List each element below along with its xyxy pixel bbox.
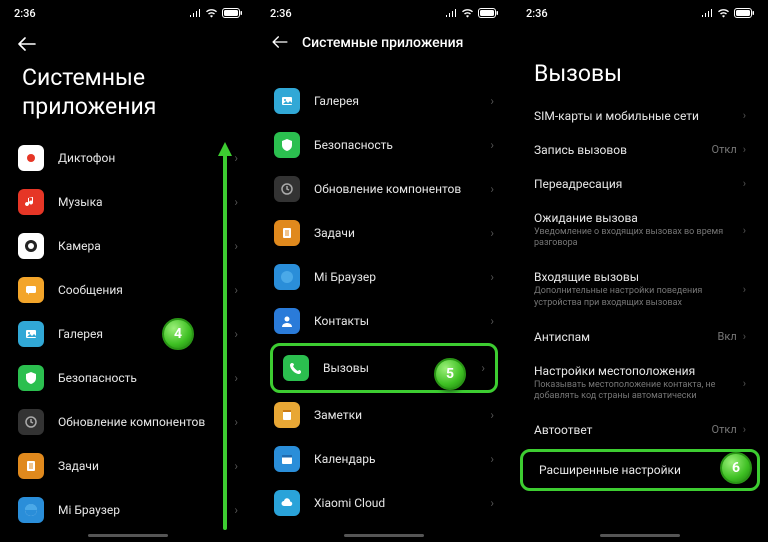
item-security[interactable]: Безопасность › <box>8 356 248 400</box>
chevron-icon: › <box>481 361 485 375</box>
browser-icon <box>18 497 44 523</box>
setting-antispam[interactable]: Антиспам Вкл › <box>512 320 768 354</box>
item-music[interactable]: Музыка › <box>8 180 248 224</box>
setting-sim[interactable]: SIM-карты и мобильные сети › <box>512 99 768 133</box>
gallery-icon <box>18 321 44 347</box>
status-icons <box>189 8 242 18</box>
chevron-icon: › <box>490 138 494 152</box>
tasks-icon <box>274 220 300 246</box>
status-time: 2:36 <box>14 7 36 20</box>
messages-icon <box>18 277 44 303</box>
chevron-icon: › <box>490 452 494 466</box>
item-calendar[interactable]: Календарь › <box>264 437 504 481</box>
screen-system-apps-2: 2:36 Системные приложения Галерея › Безо… <box>256 0 512 542</box>
chevron-icon: › <box>743 423 746 436</box>
chevron-icon: › <box>490 496 494 510</box>
calendar-icon <box>274 446 300 472</box>
item-security[interactable]: Безопасность › <box>264 123 504 167</box>
updates-icon <box>18 409 44 435</box>
page-title: Системные приложения <box>0 60 256 136</box>
chevron-icon: › <box>743 377 746 390</box>
setting-advanced[interactable]: Расширенные настройки › <box>527 458 753 482</box>
status-time: 2:36 <box>270 7 292 20</box>
header: Системные приложения <box>256 24 512 61</box>
chevron-icon: › <box>743 143 746 156</box>
chevron-icon: › <box>743 330 746 343</box>
screen-system-apps-1: 2:36 Системные приложения Диктофон › Муз… <box>0 0 256 542</box>
chevron-icon: › <box>490 270 494 284</box>
back-button[interactable] <box>272 32 288 53</box>
camera-icon <box>18 233 44 259</box>
status-bar: 2:36 <box>512 0 768 24</box>
item-gallery[interactable]: Галерея › <box>8 312 248 356</box>
chevron-icon: › <box>743 177 746 190</box>
item-contacts[interactable]: Контакты › <box>264 299 504 343</box>
setting-incoming[interactable]: Входящие вызовы Дополнительные настройки… <box>512 260 768 319</box>
chevron-icon: › <box>743 109 746 122</box>
page-title: Системные приложения <box>302 35 463 51</box>
music-icon <box>18 189 44 215</box>
page-title: Вызовы <box>512 56 768 99</box>
screen-calls-settings: 2:36 Вызовы SIM-карты и мобильные сети ›… <box>512 0 768 542</box>
contacts-icon <box>274 308 300 334</box>
tasks-icon <box>18 453 44 479</box>
item-messages[interactable]: Сообщения › <box>8 268 248 312</box>
phone-icon <box>283 355 309 381</box>
item-tasks[interactable]: Задачи › <box>8 444 248 488</box>
home-indicator[interactable] <box>344 534 424 537</box>
chevron-icon: › <box>743 283 746 296</box>
status-icons <box>701 8 754 18</box>
back-button[interactable] <box>0 24 256 60</box>
chevron-icon: › <box>490 408 494 422</box>
security-icon <box>18 365 44 391</box>
step-marker-5: 5 <box>434 358 466 390</box>
setting-call-waiting[interactable]: Ожидание вызова Уведомление о входящих в… <box>512 201 768 260</box>
item-gallery[interactable]: Галерея › <box>264 79 504 123</box>
item-browser[interactable]: Mi Браузер › <box>264 255 504 299</box>
item-xiaomi-cloud[interactable]: Xiaomi Cloud › <box>264 481 504 525</box>
item-camera[interactable]: Камера › <box>8 224 248 268</box>
chevron-icon: › <box>490 226 494 240</box>
recorder-icon <box>18 145 44 171</box>
chevron-icon: › <box>490 314 494 328</box>
item-browser[interactable]: Mi Браузер › <box>8 488 248 532</box>
item-updates[interactable]: Обновление компонентов › <box>264 167 504 211</box>
setting-location[interactable]: Настройки местоположения Показывать мест… <box>512 354 768 413</box>
setting-forwarding[interactable]: Переадресация › <box>512 167 768 201</box>
home-indicator[interactable] <box>600 534 680 537</box>
security-icon <box>274 132 300 158</box>
step-marker-4: 4 <box>162 318 194 350</box>
gallery-icon <box>274 88 300 114</box>
status-time: 2:36 <box>526 7 548 20</box>
updates-icon <box>274 176 300 202</box>
app-list: Галерея › Безопасность › Обновление комп… <box>256 61 512 525</box>
item-recorder[interactable]: Диктофон › <box>8 136 248 180</box>
cloud-icon <box>274 490 300 516</box>
step-marker-6: 6 <box>720 452 752 484</box>
item-notes[interactable]: Заметки › <box>264 393 504 437</box>
status-bar: 2:36 <box>0 0 256 24</box>
status-bar: 2:36 <box>256 0 512 24</box>
item-tasks[interactable]: Задачи › <box>264 211 504 255</box>
browser-icon <box>274 264 300 290</box>
item-updates[interactable]: Обновление компонентов › <box>8 400 248 444</box>
home-indicator[interactable] <box>88 534 168 537</box>
chevron-icon: › <box>490 182 494 196</box>
status-icons <box>445 8 498 18</box>
scroll-arrow <box>215 140 235 530</box>
setting-call-recording[interactable]: Запись вызовов Откл › <box>512 133 768 167</box>
setting-autoanswer[interactable]: Автоответ Откл › <box>512 413 768 447</box>
chevron-icon: › <box>490 94 494 108</box>
chevron-icon: › <box>743 224 746 237</box>
notes-icon <box>274 402 300 428</box>
